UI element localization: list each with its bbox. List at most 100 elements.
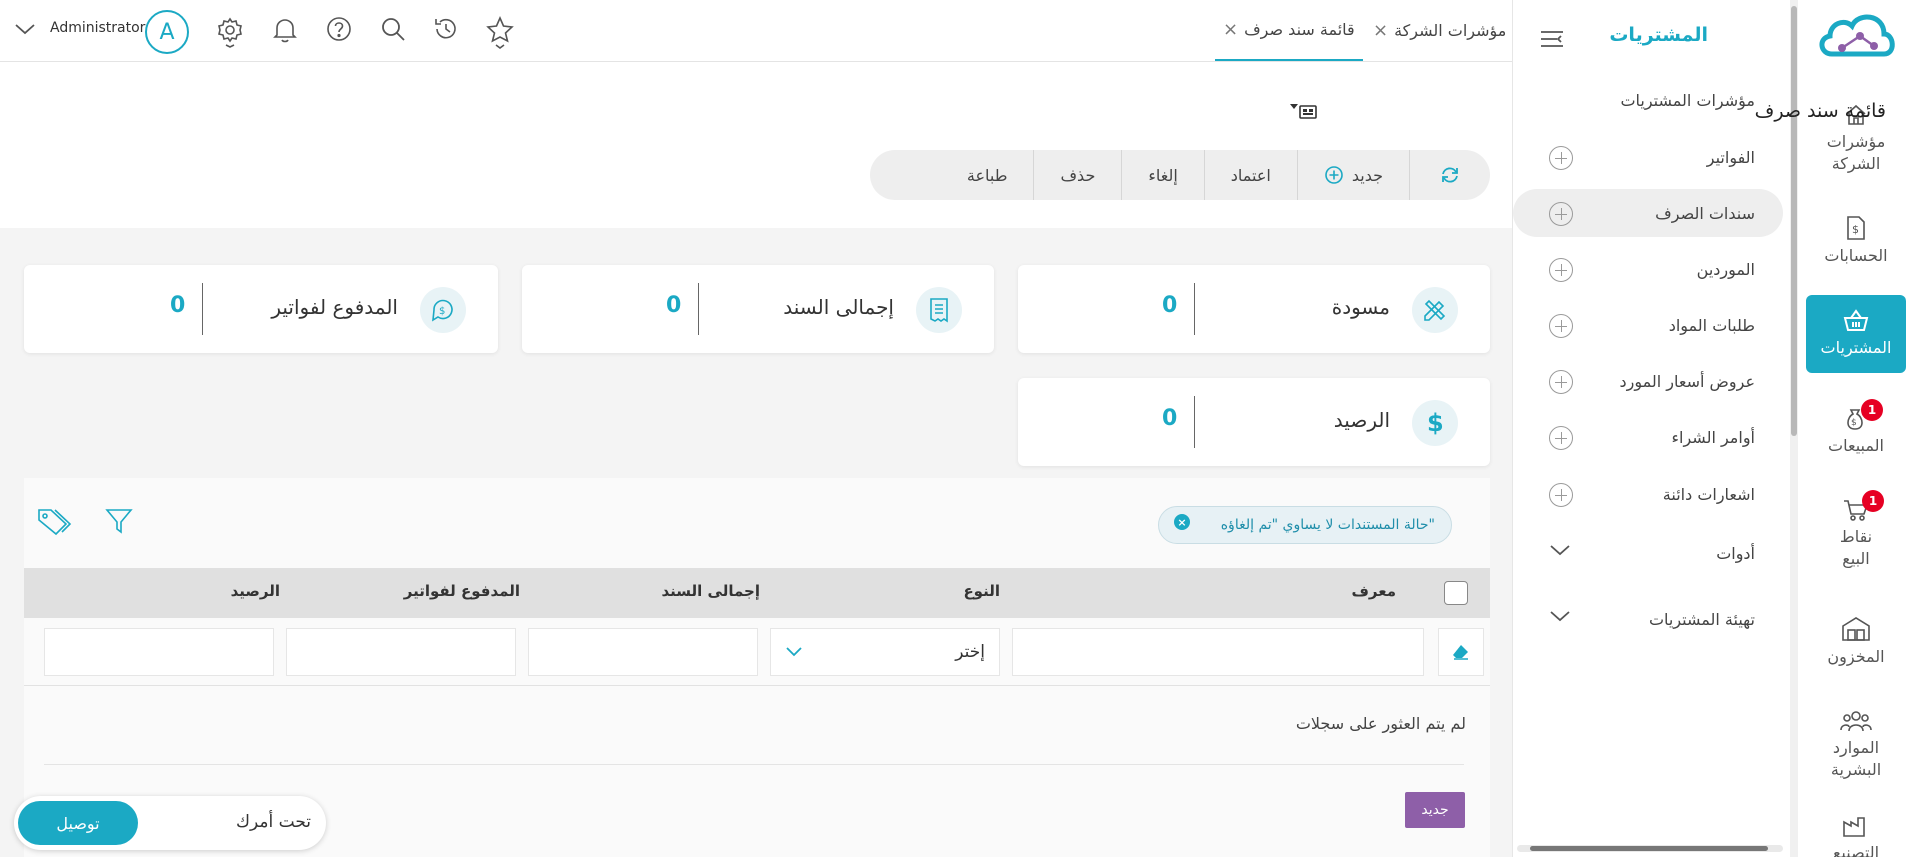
rail-label: مؤشرات (1826, 132, 1886, 151)
basket-icon (1842, 309, 1870, 333)
stat-card-draft[interactable]: مسودة 0 (1018, 265, 1490, 353)
collapse-menu-icon[interactable] (1539, 28, 1565, 50)
add-record-button[interactable]: جديد (1405, 792, 1465, 828)
column-header-balance[interactable]: الرصيد (231, 582, 280, 600)
user-name[interactable]: Administrator (50, 20, 145, 36)
sidebar-item-purchase-setup[interactable]: تهيئة المشتريات (1513, 595, 1783, 643)
sidebar-item-credit-notes[interactable]: اشعارات دائنة (1513, 470, 1783, 518)
tags-icon[interactable] (36, 506, 72, 536)
delete-button[interactable]: حذف (1033, 150, 1121, 200)
print-button[interactable]: طباعة (941, 150, 1034, 200)
refresh-icon (1440, 166, 1460, 184)
add-credit-note-plus-icon[interactable] (1549, 483, 1573, 507)
close-tab-icon[interactable]: × (1223, 19, 1238, 40)
clear-filters-button[interactable] (1438, 628, 1484, 676)
rail-item-purchases[interactable]: المشتريات (1806, 295, 1906, 373)
sidebar-item-purchase-dashboard[interactable]: مؤشرات المشتريات (1513, 76, 1783, 124)
approve-button[interactable]: اعتماد (1203, 150, 1297, 200)
sidebar-item-tools[interactable]: أدوات (1513, 529, 1783, 577)
stat-card-voucher-total[interactable]: إجمالى السند 0 (522, 265, 994, 353)
balance-filter-input[interactable] (44, 628, 274, 676)
type-filter-select[interactable]: إختر (770, 628, 1000, 676)
id-filter-input[interactable] (1012, 628, 1424, 676)
svg-text:$: $ (439, 306, 445, 317)
sidebar-item-material-requests[interactable]: طلبات المواد (1513, 301, 1783, 349)
sidebar-item-purchase-orders[interactable]: أوامر الشراء (1513, 413, 1783, 461)
paid-filter-input[interactable] (286, 628, 516, 676)
chevron-down-icon (785, 646, 803, 658)
sidebar-scrollbar-thumb[interactable] (1530, 846, 1768, 851)
sidebar-item-supplier-quotations[interactable]: عروض أسعار المورد (1513, 357, 1783, 405)
plus-circle-icon (1324, 165, 1344, 185)
rail-label: نقاط (1839, 527, 1873, 546)
factory-icon (1842, 816, 1870, 838)
rail-item-sales[interactable]: $ 1 المبيعات (1806, 396, 1906, 468)
action-toolbar: جديد اعتماد إلغاء حذف طباعة (870, 150, 1490, 200)
new-button[interactable]: جديد (1296, 150, 1409, 200)
bell-icon[interactable] (272, 16, 300, 44)
column-header-paid[interactable]: المدفوع لفواتير (404, 582, 520, 600)
tab-payment-voucher-list[interactable]: × قائمة سند صرف (1215, 0, 1363, 61)
stat-divider (1194, 283, 1195, 335)
active-filter-chip[interactable]: حالة المستندات لا يساوي "تم إلغاؤه" (1158, 506, 1452, 544)
stat-label: إجمالى السند (783, 295, 894, 319)
sidebar-item-suppliers[interactable]: الموردين (1513, 245, 1783, 293)
add-purchase-order-plus-icon[interactable] (1549, 426, 1573, 450)
rail-item-inventory[interactable]: المخزون (1806, 606, 1906, 678)
column-header-total[interactable]: إجمالى السند (662, 582, 761, 600)
notification-badge: 1 (1861, 399, 1883, 421)
column-header-type[interactable]: النوع (963, 582, 1000, 600)
add-material-request-plus-icon[interactable] (1549, 314, 1573, 338)
favorite-star-icon[interactable] (486, 16, 514, 49)
rail-label: الموارد (1832, 738, 1880, 757)
tab-label: قائمة سند صرف (1244, 20, 1355, 39)
stat-divider (202, 283, 203, 335)
stat-card-balance[interactable]: $ الرصيد 0 (1018, 378, 1490, 466)
total-filter-input[interactable] (528, 628, 758, 676)
type-select-value: إختر (955, 642, 985, 662)
close-tab-icon[interactable]: × (1373, 20, 1388, 41)
sidebar-item-label: اشعارات دائنة (1662, 484, 1755, 504)
remove-filter-icon[interactable]: × (1174, 514, 1190, 530)
invoice-icon: $ (1845, 215, 1867, 241)
add-supplier-plus-icon[interactable] (1549, 258, 1573, 282)
select-all-checkbox[interactable] (1444, 581, 1468, 605)
cancel-button[interactable]: إلغاء (1121, 150, 1203, 200)
sidebar-item-invoices[interactable]: الفواتير (1513, 133, 1783, 181)
add-payment-voucher-plus-icon[interactable] (1549, 202, 1573, 226)
history-icon[interactable] (432, 16, 460, 44)
rail-label: الحسابات (1824, 246, 1888, 265)
user-menu-chevron-icon[interactable] (14, 22, 36, 36)
search-icon[interactable] (380, 16, 408, 44)
gear-icon[interactable] (216, 16, 244, 48)
rail-label: المخزون (1827, 647, 1885, 666)
notification-badge: 1 (1862, 490, 1884, 512)
stat-card-paid-for-invoices[interactable]: $ المدفوع لفواتير 0 (24, 265, 498, 353)
row-divider (44, 764, 1464, 765)
rail-scrollbar-thumb[interactable] (1791, 6, 1797, 436)
sidebar-item-payment-vouchers[interactable]: سندات الصرف (1513, 189, 1783, 237)
empty-state-message: لم يتم العثور على سجلات (1295, 714, 1466, 733)
avatar[interactable]: A (145, 10, 189, 54)
module-sidebar: المشتريات مؤشرات المشتريات الفواتير سندا… (1512, 0, 1788, 857)
help-icon[interactable] (326, 16, 354, 44)
add-invoice-plus-icon[interactable] (1549, 146, 1573, 170)
column-header-id[interactable]: معرف (1351, 582, 1396, 600)
sidebar-title: المشتريات (1609, 24, 1708, 46)
eraser-icon (1452, 644, 1470, 660)
refresh-button[interactable] (1409, 150, 1490, 200)
chevron-down-icon (1549, 609, 1571, 623)
sidebar-item-label: أوامر الشراء (1671, 427, 1756, 447)
cart-icon: 1 (1842, 490, 1884, 522)
stat-value: 0 (1162, 406, 1178, 431)
rail-item-hr[interactable]: الموارد البشرية (1806, 698, 1906, 792)
add-supplier-quotation-plus-icon[interactable] (1549, 370, 1573, 394)
view-switcher-icon[interactable] (1288, 100, 1320, 122)
rail-item-manufacturing[interactable]: التصنيع (1806, 816, 1906, 857)
rail-item-pos[interactable]: 1 نقاط البيع (1806, 488, 1906, 580)
tab-label: مؤشرات الشركة (1394, 21, 1507, 40)
rail-item-accounts[interactable]: $ الحسابات (1806, 206, 1906, 276)
connect-button[interactable]: توصيل (18, 801, 138, 845)
filter-icon[interactable] (104, 506, 134, 536)
tab-company-dashboard[interactable]: × مؤشرات الشركة (1373, 0, 1513, 61)
